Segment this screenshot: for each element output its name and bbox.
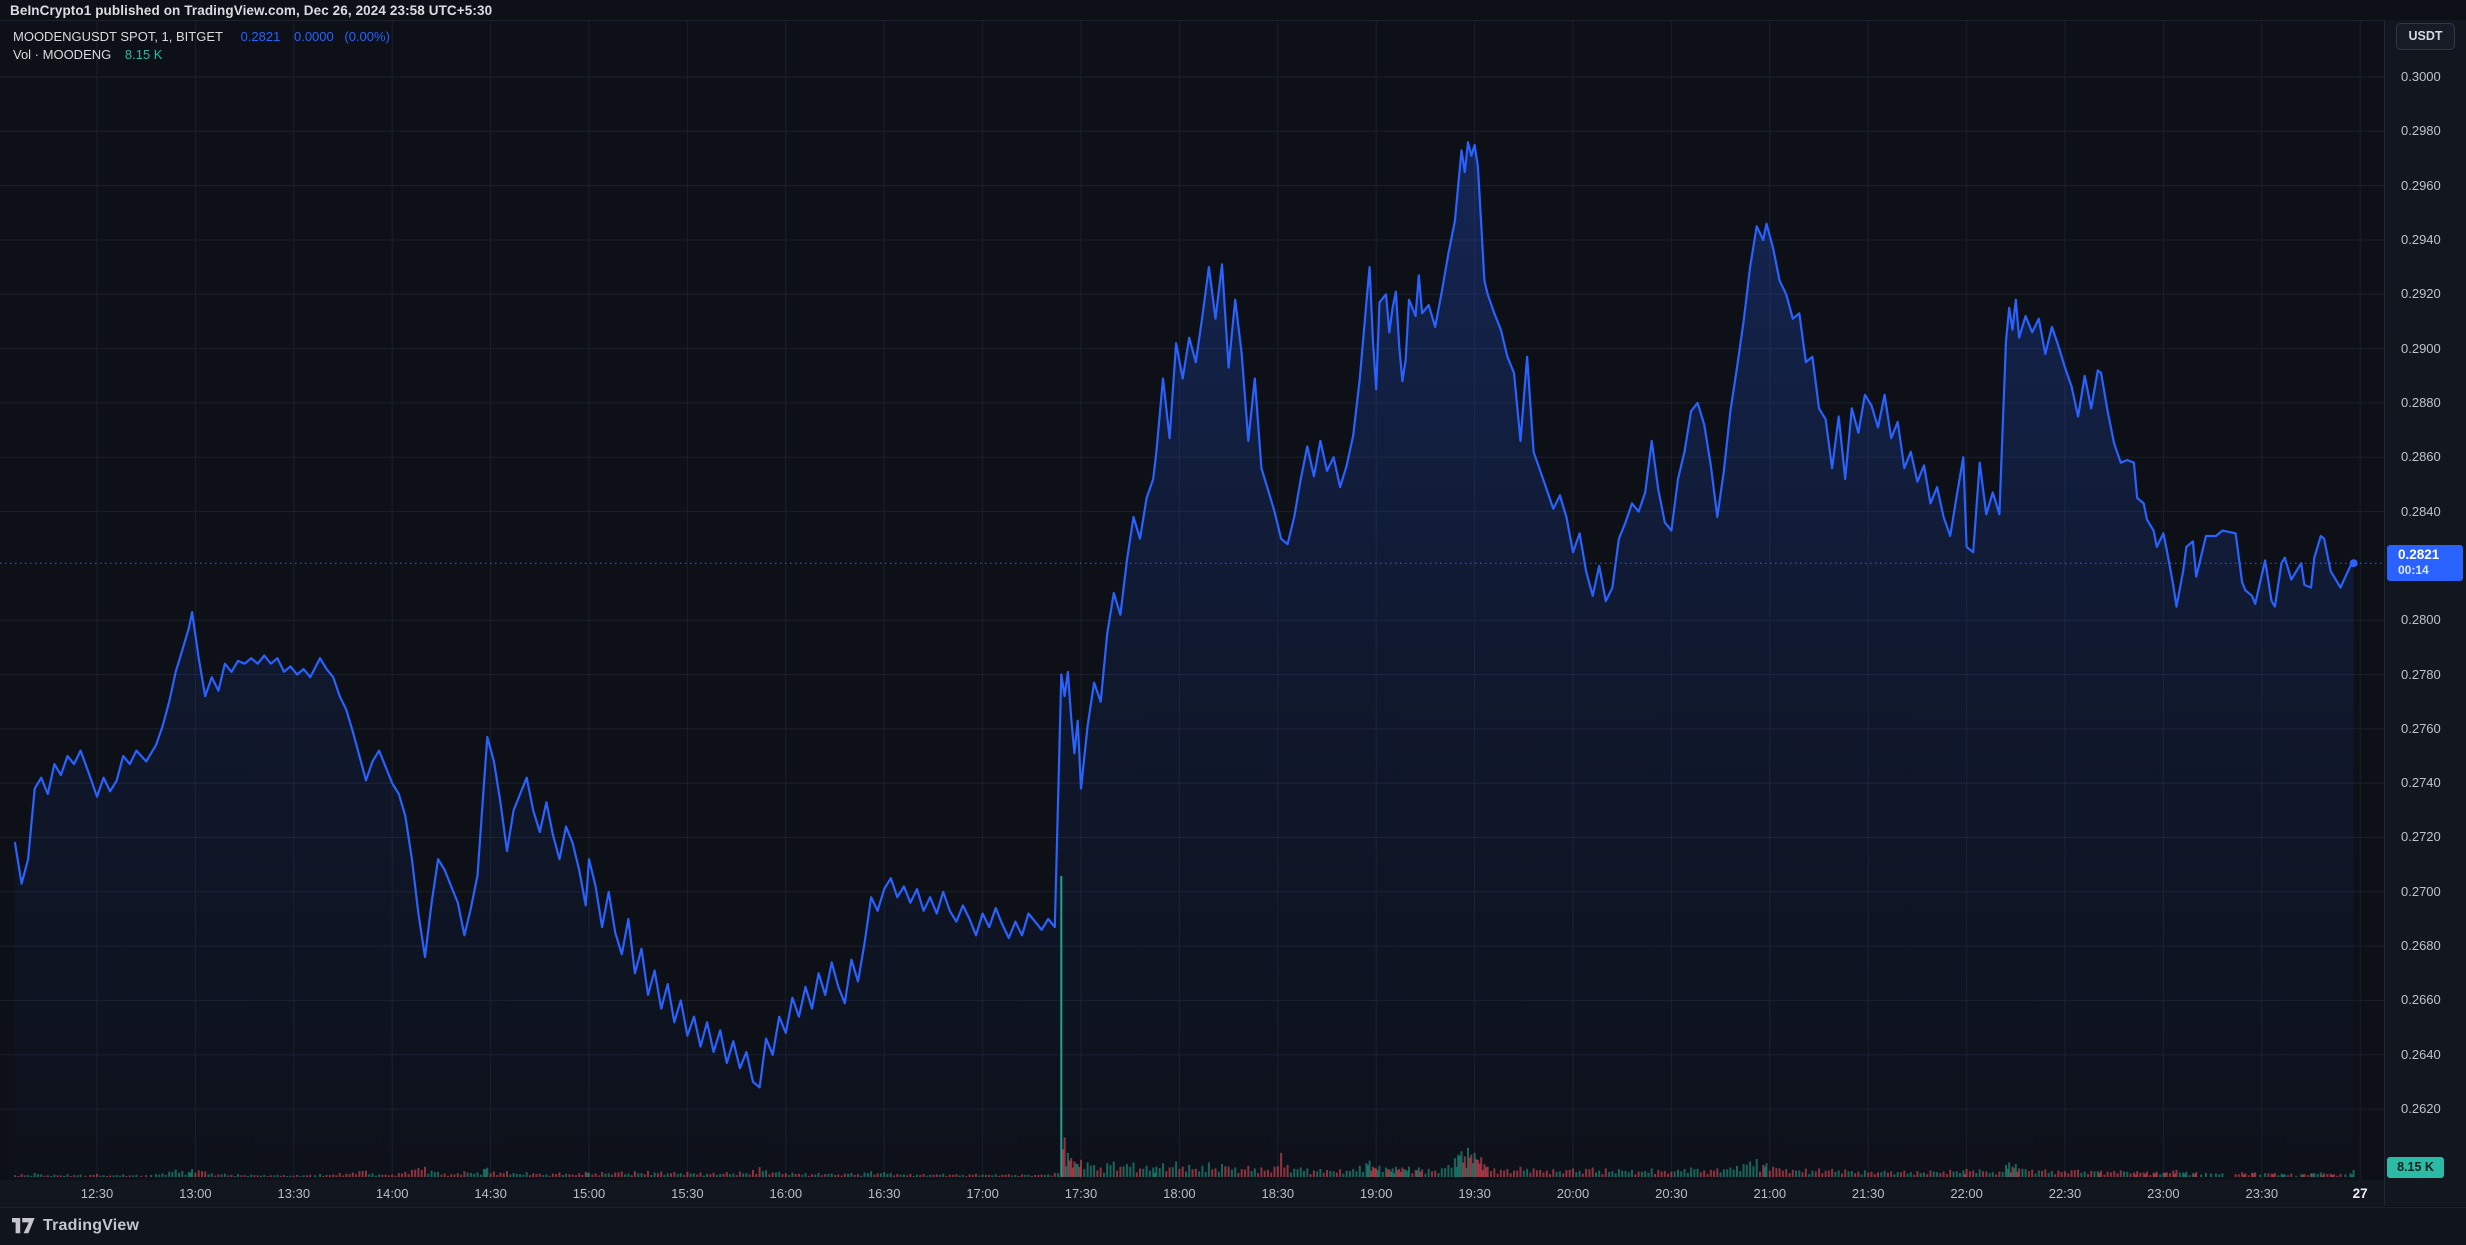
time-tick-label: 19:00 [1346, 1186, 1406, 1201]
time-tick-label: 13:30 [264, 1186, 324, 1201]
time-tick-label: 13:00 [165, 1186, 225, 1201]
time-tick-label: 21:00 [1740, 1186, 1800, 1201]
area-fill [15, 142, 2354, 1180]
time-tick-label: 16:30 [854, 1186, 914, 1201]
time-tick-label: 23:00 [2133, 1186, 2193, 1201]
price-tick-label: 0.2960 [2401, 178, 2441, 193]
price-tick-label: 0.2680 [2401, 938, 2441, 953]
price-tick-label: 0.2760 [2401, 721, 2441, 736]
price-tick-label: 0.2640 [2401, 1047, 2441, 1062]
tradingview-logo-text: TradingView [43, 1217, 139, 1235]
price-tick-label: 0.2740 [2401, 775, 2441, 790]
time-tick-label: 22:00 [1937, 1186, 1997, 1201]
price-tick-label: 0.2700 [2401, 884, 2441, 899]
footer-bar: TradingView [0, 1207, 2466, 1245]
legend-change: 0.0000 [294, 29, 334, 44]
time-tick-day-label: 27 [2330, 1186, 2390, 1201]
price-tick-label: 0.3000 [2401, 69, 2441, 84]
price-area-chart[interactable] [0, 20, 2384, 1212]
last-point-marker [2350, 559, 2358, 567]
price-tick-label: 0.2720 [2401, 829, 2441, 844]
price-tick-label: 0.2920 [2401, 286, 2441, 301]
publish-header: BeInCrypto1 published on TradingView.com… [10, 3, 492, 18]
time-tick-label: 21:30 [1838, 1186, 1898, 1201]
time-tick-label: 14:00 [362, 1186, 422, 1201]
symbol-title[interactable]: MOODENGUSDT SPOT, 1, BITGET [13, 29, 223, 44]
time-tick-label: 17:30 [1051, 1186, 1111, 1201]
legend-last-price: 0.2821 [241, 29, 281, 44]
bar-countdown: 00:14 [2398, 563, 2463, 577]
time-tick-label: 16:00 [756, 1186, 816, 1201]
time-tick-label: 17:00 [953, 1186, 1013, 1201]
volume-indicator-title[interactable]: Vol · MOODENG [13, 47, 111, 62]
tradingview-logo-icon [12, 1218, 35, 1234]
time-tick-label: 14:30 [461, 1186, 521, 1201]
price-scale[interactable]: USDT 0.3000 0.2980 0.2960 0.2940 0.2920 0.290… [2384, 20, 2466, 1206]
chart-pane[interactable]: MOODENGUSDT SPOT, 1, BITGET 0.2821 0.000… [0, 20, 2384, 1180]
time-scale[interactable]: 12:30 13:00 13:30 14:00 14:30 15:00 15:30 16:00… [0, 1180, 2384, 1207]
price-tick-label: 0.2800 [2401, 612, 2441, 627]
time-tick-label: 15:00 [559, 1186, 619, 1201]
tradingview-logo-link[interactable]: TradingView [12, 1217, 139, 1235]
last-price-badge: 0.2821 00:14 [2387, 545, 2463, 581]
price-tick-label: 0.2940 [2401, 232, 2441, 247]
time-tick-label: 12:30 [67, 1186, 127, 1201]
time-tick-label: 22:30 [2035, 1186, 2095, 1201]
symbol-legend-row[interactable]: MOODENGUSDT SPOT, 1, BITGET 0.2821 0.000… [13, 29, 390, 44]
price-tick-label: 0.2780 [2401, 667, 2441, 682]
price-tick-label: 0.2860 [2401, 449, 2441, 464]
price-tick-label: 0.2840 [2401, 504, 2441, 519]
time-tick-label: 20:30 [1641, 1186, 1701, 1201]
price-tick-label: 0.2900 [2401, 341, 2441, 356]
time-tick-label: 20:00 [1543, 1186, 1603, 1201]
legend-volume-value: 8.15 K [125, 47, 163, 62]
price-tick-label: 0.2880 [2401, 395, 2441, 410]
time-tick-label: 15:30 [657, 1186, 717, 1201]
price-tick-label: 0.2660 [2401, 992, 2441, 1007]
tradingview-published-chart: BeInCrypto1 published on TradingView.com… [0, 0, 2466, 1245]
last-price-badge-value: 0.2821 [2398, 547, 2463, 563]
price-tick-label: 0.2980 [2401, 123, 2441, 138]
time-tick-label: 18:00 [1149, 1186, 1209, 1201]
price-tick-label: 0.2620 [2401, 1101, 2441, 1116]
legend-change-pct: (0.00%) [344, 29, 390, 44]
time-tick-label: 18:30 [1248, 1186, 1308, 1201]
volume-value-badge: 8.15 K [2387, 1157, 2444, 1178]
currency-unit-button[interactable]: USDT [2396, 23, 2455, 50]
time-tick-label: 23:30 [2232, 1186, 2292, 1201]
time-tick-label: 19:30 [1445, 1186, 1505, 1201]
volume-legend-row[interactable]: Vol · MOODENG 8.15 K [13, 47, 162, 62]
